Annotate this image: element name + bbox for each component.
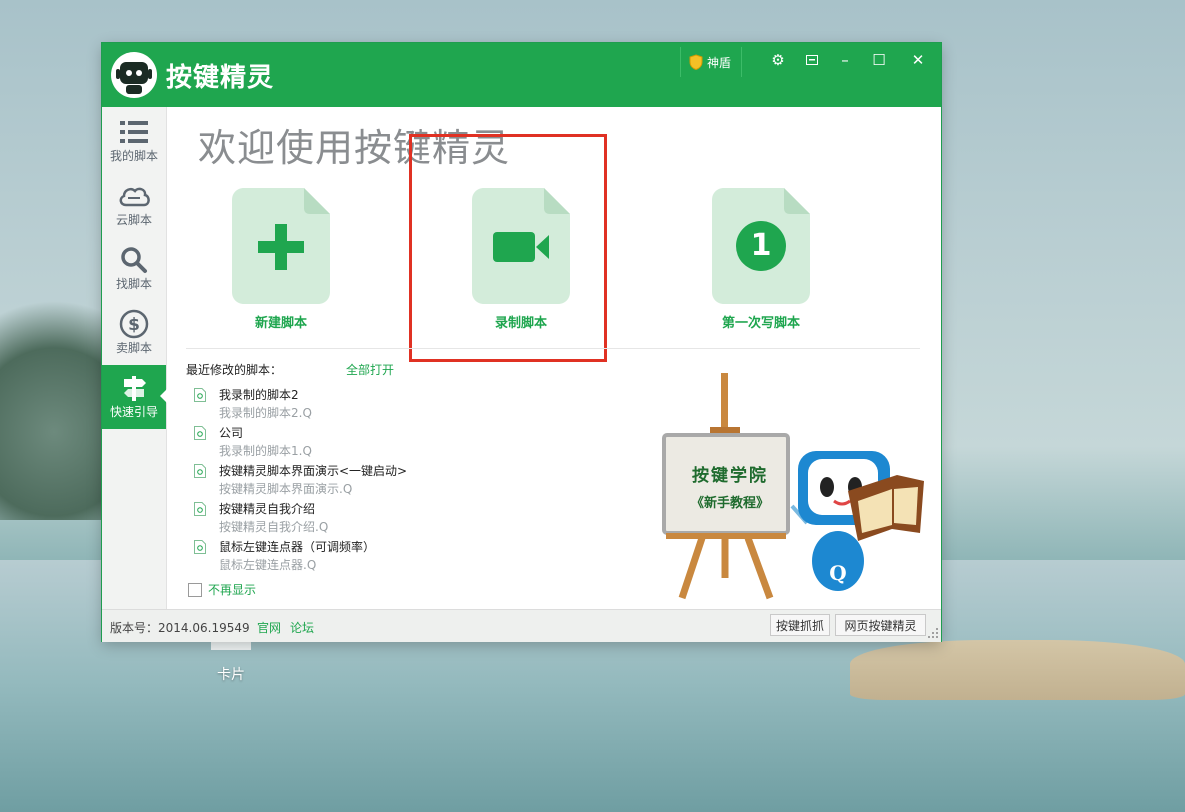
sidebar-item-cloud-scripts[interactable]: 云脚本 [102, 173, 166, 237]
web-script-button[interactable]: 网页按键精灵 [835, 614, 926, 636]
maximize-button[interactable]: ☐ [866, 49, 892, 71]
card-label: 新建脚本 [254, 316, 307, 331]
list-item[interactable]: 我录制的脚本2 我录制的脚本2.Q [194, 385, 514, 423]
board-title: 按键学院 [692, 466, 768, 486]
version-label: 版本号：2014.06.19549 [110, 621, 250, 635]
board-subtitle: 《新手教程》 [690, 496, 769, 511]
shield-icon [689, 54, 703, 70]
script-file: 按键精灵自我介绍.Q [219, 520, 329, 534]
forum-link[interactable]: 论坛 [290, 619, 314, 636]
recent-scripts-list: 我录制的脚本2 我录制的脚本2.Q 公司 我录制的脚本1.Q 按键精灵脚本界面演… [194, 385, 514, 575]
desktop-icon-card[interactable]: 卡片 [205, 640, 257, 684]
do-not-show-checkbox[interactable]: 不再显示 [188, 581, 256, 598]
script-name: 按键精灵脚本界面演示<一键启动> [219, 464, 408, 478]
list-item[interactable]: 按键精灵自我介绍 按键精灵自我介绍.Q [194, 499, 514, 537]
skin-icon [806, 55, 818, 65]
close-button[interactable]: ✕ [905, 49, 931, 71]
search-icon [102, 245, 166, 275]
list-icon [102, 117, 166, 147]
minimize-icon: – [841, 51, 849, 69]
skin-button[interactable] [799, 49, 825, 71]
sidebar-item-label: 快速引导 [109, 405, 158, 419]
sidebar-item-label: 卖脚本 [115, 341, 152, 355]
official-site-link[interactable]: 官网 [257, 619, 281, 636]
script-name: 公司 [219, 426, 244, 440]
status-bar: 版本号：2014.06.19549 官网 论坛 按键抓抓 网页按键精灵 [102, 609, 941, 642]
document-icon: 1 [712, 188, 810, 304]
maximize-icon: ☐ [872, 51, 886, 69]
close-icon: ✕ [911, 51, 925, 69]
desktop-icon-label: 卡片 [217, 667, 245, 683]
list-item[interactable]: 公司 我录制的脚本1.Q [194, 423, 514, 461]
mascot-q-badge: Q [829, 561, 847, 585]
minimize-button[interactable]: – [832, 49, 858, 71]
cloud-icon [102, 181, 166, 211]
sidebar-item-label: 我的脚本 [109, 149, 158, 163]
script-file: 鼠标左键连点器.Q [219, 558, 317, 572]
app-window: 按键精灵 神盾 ⚙ – ☐ ✕ 我的脚本 云脚本 找脚本 $ 卖脚本 快速引导 … [102, 43, 941, 642]
script-file: 我录制的脚本2.Q [219, 406, 312, 420]
list-item[interactable]: 按键精灵脚本界面演示<一键启动> 按键精灵脚本界面演示.Q [194, 461, 514, 499]
svg-text:$: $ [128, 315, 140, 335]
sidebar: 我的脚本 云脚本 找脚本 $ 卖脚本 快速引导 [102, 107, 167, 609]
gear-icon: ⚙ [771, 51, 785, 69]
script-file-icon [194, 464, 206, 478]
recent-scripts-title: 最近修改的脚本： [186, 363, 283, 377]
number-one-badge: 1 [750, 228, 772, 263]
script-name: 按键精灵自我介绍 [219, 502, 316, 516]
highlight-box [409, 134, 607, 362]
sidebar-item-label: 云脚本 [115, 213, 152, 227]
sidebar-item-my-scripts[interactable]: 我的脚本 [102, 109, 166, 173]
script-name: 鼠标左键连点器（可调频率） [219, 540, 376, 554]
tutorial-illustration: 按键学院 《新手教程》 Q [662, 373, 932, 603]
shield-button[interactable]: 神盾 [680, 47, 743, 77]
list-item[interactable]: 鼠标左键连点器（可调频率） 鼠标左键连点器.Q [194, 537, 514, 575]
settings-button[interactable]: ⚙ [765, 49, 791, 71]
first-script-card[interactable]: 1 第一次写脚本 [711, 188, 811, 331]
script-file: 按键精灵脚本界面演示.Q [219, 482, 353, 496]
card-label: 第一次写脚本 [721, 316, 800, 331]
sidebar-item-sell-scripts[interactable]: $ 卖脚本 [102, 301, 166, 365]
script-name: 我录制的脚本2 [219, 388, 299, 402]
document-icon [232, 188, 330, 304]
sidebar-item-label: 找脚本 [115, 277, 152, 291]
sidebar-item-quick-guide[interactable]: 快速引导 [102, 365, 167, 429]
app-title: 按键精灵 [166, 63, 275, 93]
sidebar-item-find-scripts[interactable]: 找脚本 [102, 237, 166, 301]
resize-grip-icon[interactable] [928, 628, 938, 638]
script-file-icon [194, 540, 206, 554]
dollar-icon: $ [102, 309, 166, 339]
background-shore [850, 640, 1185, 700]
script-file: 我录制的脚本1.Q [219, 444, 312, 458]
script-file-icon [194, 426, 206, 440]
robot-logo-icon [110, 51, 158, 99]
script-file-icon [194, 388, 206, 402]
shield-label: 神盾 [707, 55, 732, 70]
title-bar: 按键精灵 神盾 ⚙ – ☐ ✕ [102, 43, 941, 107]
capture-tool-button[interactable]: 按键抓抓 [770, 614, 830, 636]
new-script-card[interactable]: 新建脚本 [231, 188, 331, 331]
open-all-link[interactable]: 全部打开 [346, 361, 394, 378]
checkbox-box[interactable] [188, 582, 202, 597]
script-file-icon [194, 502, 206, 516]
signpost-icon [102, 373, 166, 403]
divider [186, 348, 920, 349]
checkbox-label: 不再显示 [208, 583, 257, 597]
